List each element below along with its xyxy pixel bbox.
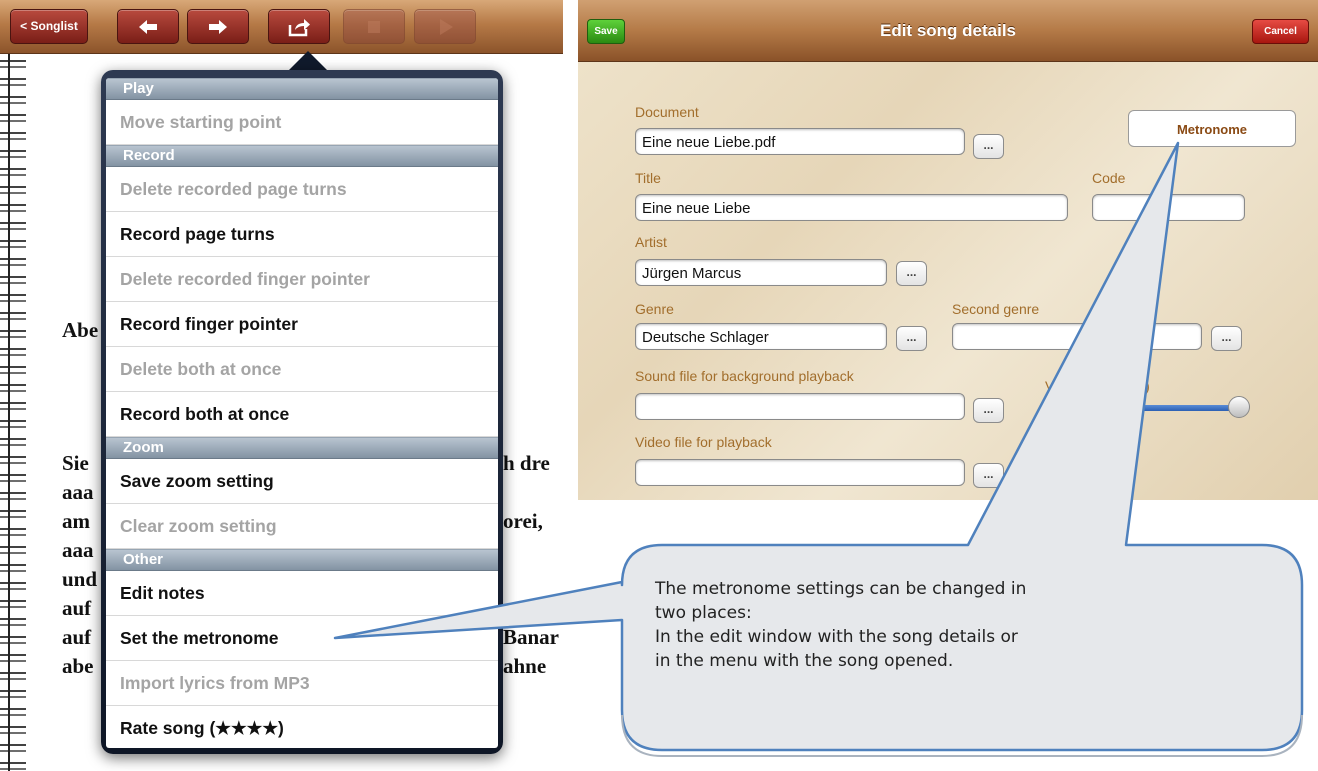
songlist-back-button[interactable]: < Songlist	[10, 9, 88, 44]
edit-toolbar: Edit song details Save Cancel	[578, 0, 1318, 62]
second-genre-field[interactable]	[952, 323, 1202, 350]
menu-item-move-starting-point[interactable]: Move starting point	[106, 100, 498, 145]
lyrics-text: auf	[62, 625, 92, 649]
menu-section-zoom: Zoom	[106, 437, 498, 459]
stop-button[interactable]	[343, 9, 405, 44]
code-label: Code	[1092, 170, 1126, 186]
volume-slider-knob[interactable]	[1228, 396, 1250, 418]
menu-item-edit-notes[interactable]: Edit notes	[106, 571, 498, 616]
callout-line-1: The metronome settings can be changed in…	[655, 579, 1027, 623]
share-menu-button[interactable]	[268, 9, 330, 44]
previous-page-button[interactable]	[117, 9, 179, 44]
spiral-binding-edge	[8, 54, 10, 771]
song-view-panel: < Songlist Abe Sie aaa am aaa und auf au…	[0, 0, 563, 771]
video-file-browse-button[interactable]: ...	[973, 463, 1004, 488]
menu-item-save-zoom[interactable]: Save zoom setting	[106, 459, 498, 504]
spiral-binding	[0, 54, 26, 771]
edit-song-details-panel: Edit song details Save Cancel Document E…	[578, 0, 1318, 500]
genre-label: Genre	[635, 301, 674, 317]
sound-file-label: Sound file for background playback	[635, 368, 854, 384]
play-button[interactable]	[414, 9, 476, 44]
lyrics-text: Banar	[503, 625, 560, 649]
menu-item-import-lyrics[interactable]: Import lyrics from MP3	[106, 661, 498, 706]
menu-section-record: Record	[106, 145, 498, 167]
document-browse-button[interactable]: ...	[973, 134, 1004, 159]
artist-browse-button[interactable]: ...	[896, 261, 927, 286]
callout-shadow-edge	[621, 714, 1303, 757]
save-button[interactable]: Save	[587, 19, 625, 44]
lyrics-text: enbı	[503, 596, 542, 620]
lyrics-text: aaa	[62, 538, 94, 562]
genre-browse-button[interactable]: ...	[896, 326, 927, 351]
document-field[interactable]: Eine neue Liebe.pdf	[635, 128, 965, 155]
second-genre-browse-button[interactable]: ...	[1211, 326, 1242, 351]
menu-item-record-page-turns[interactable]: Record page turns	[106, 212, 498, 257]
lyrics-text: orei,	[503, 509, 543, 533]
page-title: Edit song details	[879, 21, 1017, 40]
lyrics-text: abe	[62, 654, 94, 678]
stop-icon	[368, 20, 380, 33]
volume-label: Ve)	[1045, 378, 1150, 394]
lyrics-text: und	[62, 567, 98, 591]
arrow-right-icon	[209, 19, 227, 34]
options-popover: Play Move starting point Record Delete r…	[101, 70, 503, 754]
metronome-button[interactable]: Metronome	[1128, 110, 1296, 147]
lyrics-text: ahne	[503, 654, 547, 678]
lyrics-text: am	[62, 509, 90, 533]
title-field[interactable]: Eine neue Liebe	[635, 194, 1068, 221]
menu-section-play: Play	[106, 78, 498, 100]
title-label: Title	[635, 170, 661, 186]
sound-file-field[interactable]	[635, 393, 965, 420]
sound-file-browse-button[interactable]: ...	[973, 398, 1004, 423]
artist-field[interactable]: Jürgen Marcus	[635, 259, 887, 286]
song-toolbar: < Songlist	[0, 0, 563, 54]
next-page-button[interactable]	[187, 9, 249, 44]
menu-item-clear-zoom[interactable]: Clear zoom setting	[106, 504, 498, 549]
menu-item-delete-both[interactable]: Delete both at once	[106, 347, 498, 392]
callout-line-2: In the edit window with the song details…	[655, 627, 1018, 671]
lyrics-text: auf	[62, 596, 92, 620]
lyrics-text: Sie	[62, 451, 89, 475]
menu-item-set-metronome[interactable]: Set the metronome	[106, 616, 498, 661]
arrow-left-icon	[139, 19, 157, 34]
menu-item-delete-page-turns[interactable]: Delete recorded page turns	[106, 167, 498, 212]
video-file-label: Video file for playback	[635, 434, 772, 450]
callout-text: The metronome settings can be changed in…	[655, 577, 1035, 673]
menu-section-other: Other	[106, 549, 498, 571]
lyrics-text: h dre	[503, 451, 550, 475]
artist-label: Artist	[635, 234, 667, 250]
menu-item-delete-finger-pointer[interactable]: Delete recorded finger pointer	[106, 257, 498, 302]
menu-item-record-both[interactable]: Record both at once	[106, 392, 498, 437]
cancel-button[interactable]: Cancel	[1252, 19, 1309, 44]
menu-item-record-finger-pointer[interactable]: Record finger pointer	[106, 302, 498, 347]
second-genre-label: Second genre	[952, 301, 1040, 317]
lyrics-text: aaa	[62, 480, 94, 504]
options-menu: Play Move starting point Record Delete r…	[106, 78, 498, 748]
menu-item-rate-song[interactable]: Rate song (★★★★)	[106, 706, 498, 748]
lyrics-text: Abe	[62, 318, 99, 342]
share-icon	[288, 18, 310, 36]
genre-field[interactable]: Deutsche Schlager	[635, 323, 887, 350]
play-icon	[440, 18, 453, 35]
document-label: Document	[635, 104, 699, 120]
volume-slider-track[interactable]	[1138, 405, 1242, 411]
code-field[interactable]	[1092, 194, 1245, 221]
video-file-field[interactable]	[635, 459, 965, 486]
